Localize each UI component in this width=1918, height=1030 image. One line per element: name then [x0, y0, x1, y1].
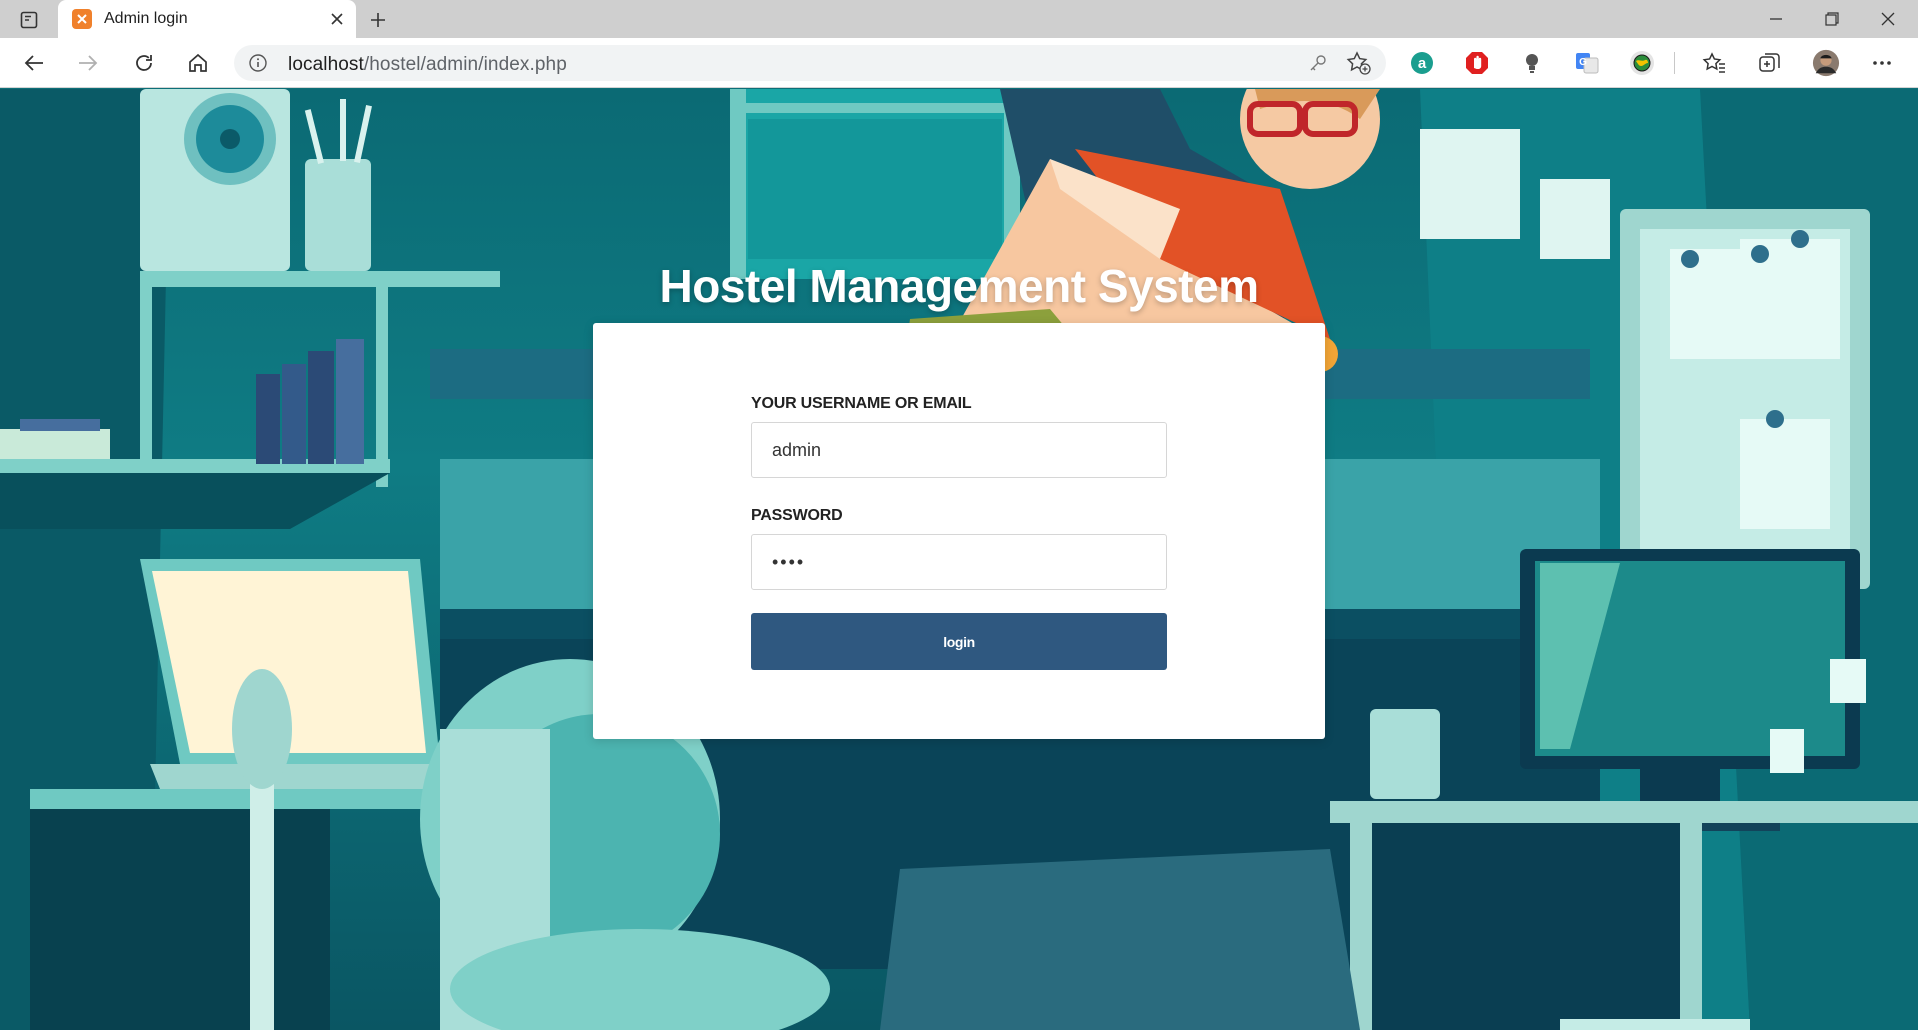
forward-icon[interactable]	[70, 45, 106, 81]
browser-toolbar: localhost/hostel/admin/index.php a G	[0, 38, 1918, 88]
tab-admin-login[interactable]: Admin login	[58, 0, 356, 38]
close-window-icon[interactable]	[1860, 0, 1916, 38]
address-bar[interactable]: localhost/hostel/admin/index.php	[234, 45, 1386, 81]
url-host: localhost	[288, 54, 364, 75]
password-input[interactable]	[751, 534, 1167, 590]
page-content: Hostel Management System YOUR USERNAME O…	[0, 89, 1918, 1030]
amazon-assistant-icon[interactable]: a	[1408, 49, 1436, 77]
collections-icon[interactable]	[1756, 49, 1784, 77]
tab-title: Admin login	[104, 10, 188, 27]
password-label: PASSWORD	[751, 507, 843, 524]
url-text: localhost/hostel/admin/index.php	[288, 54, 567, 76]
svg-text:a: a	[1418, 55, 1427, 72]
key-icon[interactable]	[1308, 53, 1328, 73]
close-tab-icon[interactable]	[322, 4, 352, 34]
login-card: YOUR USERNAME OR EMAIL PASSWORD login	[593, 323, 1325, 739]
favorites-icon[interactable]	[1700, 49, 1728, 77]
new-tab-icon[interactable]	[364, 6, 392, 34]
add-favorite-icon[interactable]	[1346, 51, 1372, 75]
tab-strip: Admin login	[0, 0, 1918, 38]
tab-actions-menu-icon[interactable]	[14, 6, 44, 34]
globe-icon[interactable]	[1628, 49, 1656, 77]
lightbulb-icon[interactable]	[1518, 49, 1546, 77]
toolbar-separator	[1674, 52, 1675, 74]
translate-icon[interactable]: G	[1573, 49, 1601, 77]
xampp-icon	[72, 9, 92, 29]
home-icon[interactable]	[180, 45, 216, 81]
adblock-icon[interactable]	[1463, 49, 1491, 77]
url-path: /hostel/admin/index.php	[363, 54, 567, 75]
refresh-icon[interactable]	[126, 45, 162, 81]
back-icon[interactable]	[16, 45, 52, 81]
username-input[interactable]	[751, 422, 1167, 478]
more-options-icon[interactable]	[1868, 49, 1896, 77]
site-info-icon[interactable]	[248, 53, 268, 73]
username-label: YOUR USERNAME OR EMAIL	[751, 395, 972, 412]
page-title: Hostel Management System	[659, 260, 1259, 312]
login-button[interactable]: login	[751, 613, 1167, 670]
profile-avatar[interactable]	[1812, 49, 1840, 77]
restore-icon[interactable]	[1804, 0, 1860, 38]
svg-text:G: G	[1579, 57, 1587, 68]
minimize-icon[interactable]	[1748, 0, 1804, 38]
